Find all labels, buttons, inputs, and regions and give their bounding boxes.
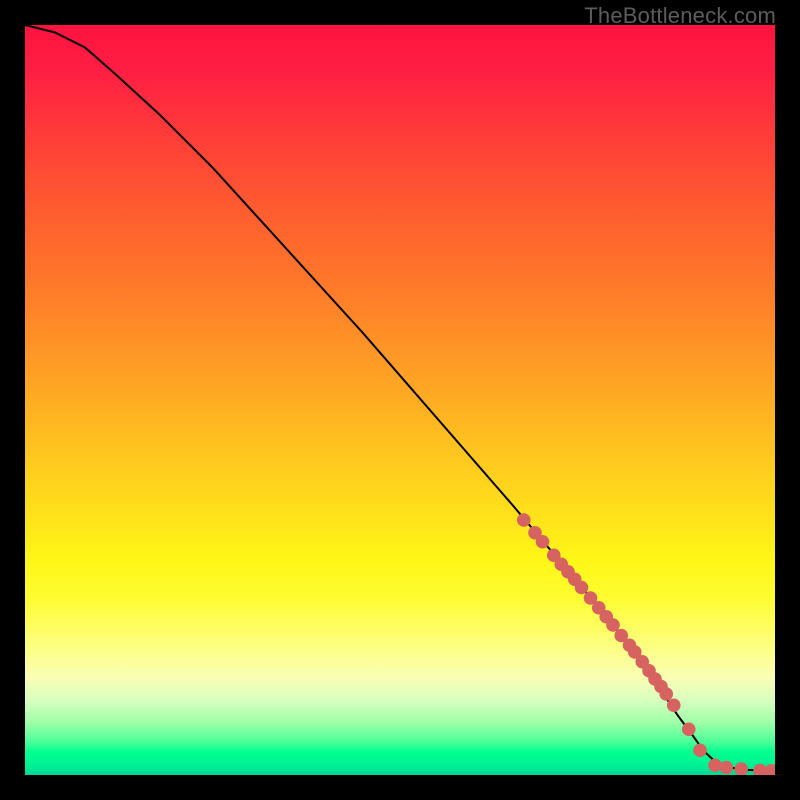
dot-marker — [659, 687, 673, 701]
dot-marker — [682, 722, 696, 736]
dot-marker — [764, 764, 775, 775]
chart-svg — [25, 25, 775, 775]
dot-marker — [517, 513, 531, 527]
dot-marker — [575, 581, 589, 595]
plot-area — [25, 25, 775, 775]
dot-marker — [693, 743, 707, 757]
dot-marker — [708, 758, 722, 772]
dotted-segment-group — [517, 513, 775, 775]
dot-marker — [734, 762, 748, 775]
curve-line — [25, 25, 775, 771]
dot-marker — [667, 698, 681, 712]
dot-marker — [536, 535, 550, 549]
dot-marker — [719, 761, 733, 775]
